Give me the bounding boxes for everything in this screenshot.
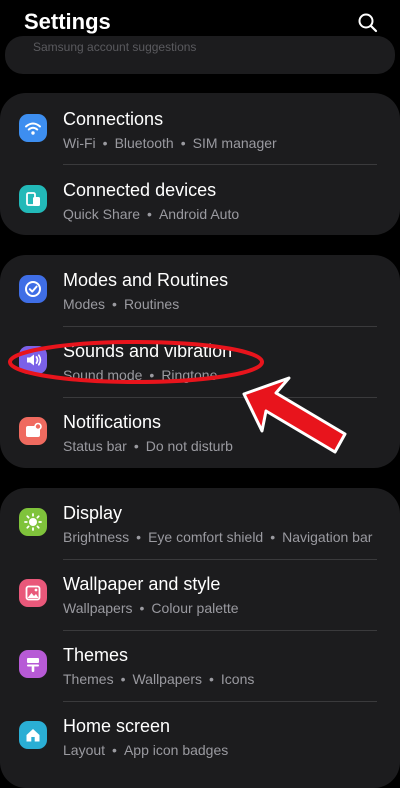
- item-subtitle: Wallpapers • Colour palette: [63, 600, 239, 616]
- item-title: Home screen: [63, 716, 171, 736]
- item-title: Themes: [63, 645, 129, 665]
- settings-item-themes[interactable]: Themes Themes • Wallpapers • Icons: [0, 630, 400, 700]
- notification-icon: [19, 417, 47, 445]
- settings-item-sounds-and-vibration[interactable]: Sounds and vibration Sound mode • Ringtone: [0, 326, 400, 396]
- suggestions-peek-text: Samsung account suggestions: [33, 40, 197, 54]
- item-subtitle: Quick Share • Android Auto: [63, 206, 240, 222]
- item-subtitle: Wi-Fi • Bluetooth • SIM manager: [63, 135, 277, 151]
- item-title: Sounds and vibration: [63, 341, 233, 361]
- settings-group-connectivity: Connections Wi-Fi • Bluetooth • SIM manager …: [0, 93, 400, 235]
- item-subtitle: Brightness • Eye comfort shield • Navigation…: [63, 529, 373, 545]
- themes-icon: [19, 650, 47, 678]
- connected-devices-icon: [19, 185, 47, 213]
- settings-group-display: Display Brightness • Eye comfort shield • Na…: [0, 488, 400, 788]
- item-subtitle: Status bar • Do not disturb: [63, 438, 233, 454]
- item-title: Connections: [63, 109, 164, 129]
- suggestions-card-partial[interactable]: Samsung account suggestions: [5, 36, 395, 74]
- item-subtitle: Layout • App icon badges: [63, 742, 229, 758]
- wifi-icon: [19, 114, 47, 142]
- speaker-icon: [19, 346, 47, 374]
- check-circle-icon: [19, 275, 47, 303]
- settings-item-modes-and-routines[interactable]: Modes and Routines Modes • Routines: [0, 255, 400, 325]
- settings-item-wallpaper-and-style[interactable]: Wallpaper and style Wallpapers • Colour pa…: [0, 559, 400, 629]
- item-title: Wallpaper and style: [63, 574, 221, 594]
- page-title: Settings: [24, 9, 111, 34]
- settings-group-modes-sounds: Modes and Routines Modes • Routines Sounds…: [0, 255, 400, 468]
- item-title: Display: [63, 503, 123, 523]
- item-title: Notifications: [63, 412, 162, 432]
- item-subtitle: Sound mode • Ringtone: [63, 367, 218, 383]
- sun-icon: [19, 508, 47, 536]
- search-icon[interactable]: [355, 10, 381, 36]
- item-title: Modes and Routines: [63, 270, 229, 290]
- home-icon: [19, 721, 47, 749]
- image-icon: [19, 579, 47, 607]
- settings-item-notifications[interactable]: Notifications Status bar • Do not disturb: [0, 397, 400, 467]
- item-subtitle: Modes • Routines: [63, 296, 180, 312]
- settings-item-display[interactable]: Display Brightness • Eye comfort shield • Na…: [0, 488, 400, 558]
- item-subtitle: Themes • Wallpapers • Icons: [63, 671, 255, 687]
- settings-item-home-screen[interactable]: Home screen Layout • App icon badges: [0, 701, 400, 771]
- settings-item-connected-devices[interactable]: Connected devices Quick Share • Android Au…: [0, 165, 400, 235]
- item-title: Connected devices: [63, 180, 217, 200]
- settings-item-connections[interactable]: Connections Wi-Fi • Bluetooth • SIM manager: [0, 94, 400, 164]
